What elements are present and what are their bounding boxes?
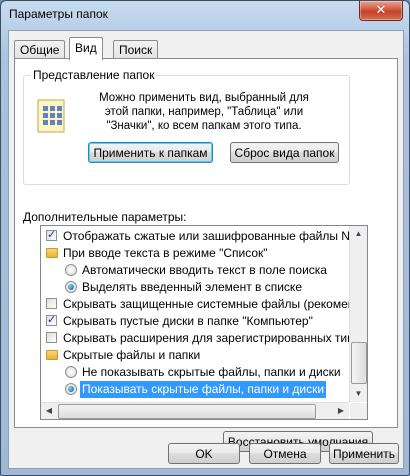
list-item-label: Автоматически вводить текст в поле поиск… <box>82 263 327 277</box>
list-item-label: Не показывать скрытые файлы, папки и дис… <box>82 365 341 379</box>
folder-view-icon <box>37 99 65 133</box>
list-item-label: Показывать скрытые файлы, папки и диски <box>80 381 327 398</box>
tab-general[interactable]: Общие <box>14 40 66 59</box>
reset-folders-button[interactable]: Сброс вида папок <box>230 142 339 163</box>
apply-button[interactable]: Применить <box>329 443 399 464</box>
tab-search[interactable]: Поиск <box>113 40 159 59</box>
tab-view[interactable]: Вид <box>69 37 103 60</box>
folder-view-description: Можно применить вид, выбранный для этой … <box>99 92 309 132</box>
title-bar[interactable]: Параметры папок ✕ <box>1 1 409 29</box>
scroll-up-arrow-icon[interactable]: ▲ <box>350 226 367 242</box>
list-item-label: Скрытые файлы и папки <box>63 348 201 362</box>
list-item-label: Скрывать расширения для зарегистрированн… <box>63 331 349 345</box>
radio-button[interactable] <box>65 264 77 276</box>
cancel-button[interactable]: Отмена <box>249 443 321 464</box>
view-tab-panel: Представление папок Можно применить вид,… <box>14 58 398 452</box>
vertical-scrollbar[interactable]: ▲ ▼ <box>349 226 367 402</box>
list-item-label: Отображать сжатые или зашифрованные файл… <box>63 229 349 243</box>
list-item-label: Скрывать защищенные системные файлы (рек… <box>63 297 349 311</box>
ok-button[interactable]: OK <box>168 443 240 464</box>
scroll-right-arrow-icon[interactable]: ▶ <box>333 403 349 419</box>
advanced-settings-items: Отображать сжатые или зашифрованные файл… <box>41 226 349 402</box>
folder-options-dialog: Параметры папок ✕ Общие Вид Поиск Предст… <box>0 0 410 476</box>
horizontal-scrollbar[interactable]: ◀ ▶ <box>41 402 349 419</box>
window-title: Параметры папок <box>9 7 108 21</box>
horizontal-scroll-thumb[interactable] <box>58 404 316 419</box>
folder-icon <box>46 350 58 360</box>
radio-button[interactable] <box>65 281 77 293</box>
list-item-label: Выделять введенный элемент в списке <box>82 280 302 294</box>
folder-icon <box>46 248 58 258</box>
apply-to-folders-button[interactable]: Применить к папкам <box>88 142 213 163</box>
folder-view-group-label: Представление папок <box>31 68 157 82</box>
advanced-settings-label: Дополнительные параметры: <box>23 210 187 224</box>
folder-view-group: Представление папок Можно применить вид,… <box>23 68 350 185</box>
radio-button[interactable] <box>65 366 77 378</box>
advanced-settings-list[interactable]: Отображать сжатые или зашифрованные файл… <box>40 225 368 420</box>
dialog-client-area: Общие Вид Поиск Представление папок Можн… <box>8 30 404 469</box>
vertical-scroll-thumb[interactable] <box>351 342 367 384</box>
checkbox[interactable] <box>46 298 57 309</box>
list-item-label: При вводе текста в режиме "Список" <box>63 246 268 260</box>
list-item-label: Скрывать пустые диски в папке "Компьютер… <box>63 314 313 328</box>
checkbox[interactable] <box>46 312 57 329</box>
close-button[interactable]: ✕ <box>359 1 403 21</box>
radio-button[interactable] <box>65 383 77 395</box>
scroll-left-arrow-icon[interactable]: ◀ <box>41 403 57 419</box>
checkbox[interactable] <box>46 332 57 343</box>
scrollbar-corner <box>350 403 367 419</box>
scroll-down-arrow-icon[interactable]: ▼ <box>350 386 367 402</box>
checkbox[interactable] <box>46 227 57 244</box>
